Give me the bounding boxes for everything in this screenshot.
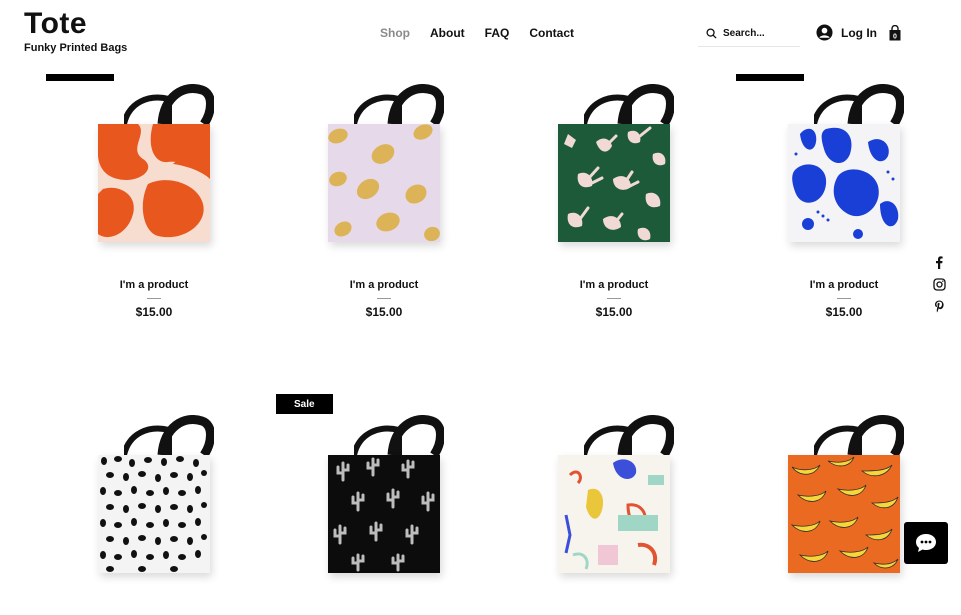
nav-item-faq[interactable]: FAQ (485, 26, 510, 40)
product-image[interactable] (284, 415, 484, 615)
brand-subtitle: Funky Printed Bags (24, 42, 128, 54)
product-image[interactable] (54, 415, 254, 615)
product-image[interactable] (54, 84, 254, 284)
product-price: $15.00 (825, 305, 863, 319)
product-name[interactable]: I'm a product (744, 279, 944, 291)
sale-ribbon: Sale (276, 394, 333, 414)
bag-print-black-dots (98, 455, 210, 573)
nav-item-contact[interactable]: Contact (529, 26, 574, 40)
divider (607, 298, 621, 299)
brand[interactable]: Tote Funky Printed Bags (24, 8, 128, 55)
bag-print-green-hands (558, 124, 670, 242)
cart-count: 0 (893, 34, 897, 41)
product-image[interactable] (514, 84, 714, 284)
product-ribbon (46, 74, 114, 81)
bag-print-cactus (328, 455, 440, 573)
bag-print-lemons (328, 124, 440, 242)
product-image[interactable] (744, 84, 944, 284)
main-nav: Shop About FAQ Contact (380, 26, 574, 40)
chat-icon (916, 534, 936, 552)
bag-print-orange-blobs (98, 124, 210, 242)
brand-title[interactable]: Tote (24, 8, 127, 40)
login-label: Log In (841, 25, 877, 40)
product-name[interactable]: I'm a product (514, 279, 714, 291)
nav-item-about[interactable]: About (430, 26, 465, 40)
user-icon (816, 24, 833, 41)
login-button[interactable]: Log In (816, 24, 877, 41)
bag-print-bananas (788, 455, 900, 573)
cart-button[interactable]: 0 (888, 24, 902, 46)
product-image[interactable] (284, 84, 484, 284)
search-input[interactable] (723, 27, 793, 39)
product-name[interactable]: I'm a product (284, 279, 484, 291)
divider (377, 298, 391, 299)
search-box[interactable] (698, 20, 800, 47)
product-price: $15.00 (595, 305, 633, 319)
product-image[interactable] (744, 415, 944, 615)
shopping-bag-icon: 0 (889, 24, 901, 41)
divider (147, 298, 161, 299)
product-image[interactable] (514, 415, 714, 615)
divider (837, 298, 851, 299)
search-icon (706, 27, 717, 39)
product-price: $15.00 (135, 305, 173, 319)
bag-print-blue-blobs (788, 124, 900, 242)
chat-button[interactable] (904, 522, 948, 564)
product-price: $15.00 (365, 305, 403, 319)
product-ribbon (736, 74, 804, 81)
nav-item-shop[interactable]: Shop (380, 26, 410, 40)
product-name[interactable]: I'm a product (54, 279, 254, 291)
bag-print-pastel-abstract (558, 455, 670, 573)
